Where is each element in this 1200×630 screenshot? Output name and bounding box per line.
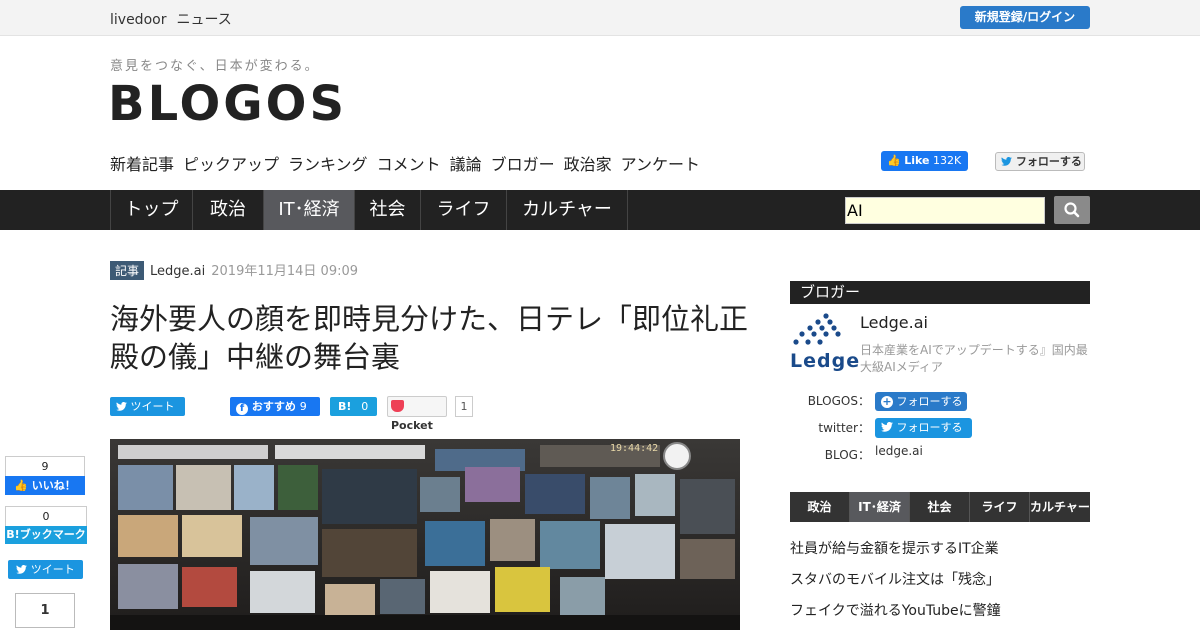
twitter-bird-icon	[16, 564, 28, 574]
nav-item-ranking[interactable]: ランキング	[288, 155, 368, 174]
side-hatena-button[interactable]: B!ブックマーク	[5, 526, 87, 544]
article-photo: 19:44:42	[110, 439, 740, 630]
nav-item-comment[interactable]: コメント	[377, 155, 441, 174]
tweet-label: ツイート	[130, 400, 175, 413]
login-button[interactable]: 新規登録/ログイン	[960, 6, 1090, 29]
article-date: 2019年11月14日 09:09	[211, 264, 359, 279]
ranking-tab-culture[interactable]: カルチャー	[1030, 492, 1090, 522]
nav-item-blogger[interactable]: ブロガー	[491, 155, 555, 174]
category-society[interactable]: 社会	[355, 190, 421, 230]
article-title: 海外要人の顔を即時見分けた、日テレ「即位礼正殿の儀」中継の舞台裏	[110, 302, 749, 374]
side-hatena-count: 0	[5, 506, 87, 526]
plus-icon: +	[881, 395, 893, 408]
blogger-name[interactable]: Ledge.ai	[860, 313, 928, 332]
fb-like-count: 132K	[932, 154, 962, 167]
twitter-bird-icon	[116, 401, 127, 411]
side-like-button[interactable]: 👍 いいね！	[5, 476, 85, 495]
ranking-tabs: 政治 IT･経済 社会 ライフ カルチャー	[790, 492, 1090, 522]
blogos-label: BLOGOS：	[807, 394, 870, 408]
facebook-recommend-button[interactable]: f おすすめ 9	[230, 397, 320, 416]
category-politics[interactable]: 政治	[193, 190, 264, 230]
blogger-logo-text: Ledge	[790, 350, 861, 372]
top-bar: livedoor ニュース 新規登録/ログイン	[0, 0, 1200, 36]
search-button[interactable]	[1054, 196, 1090, 224]
hatena-icon: B!	[338, 400, 352, 413]
site-brand[interactable]: livedoor ニュース	[110, 9, 232, 29]
pocket-icon	[391, 400, 404, 412]
twitter-bird-icon	[1001, 156, 1012, 166]
nav-item-new[interactable]: 新着記事	[110, 155, 174, 174]
blog-link[interactable]: ledge.ai	[875, 444, 923, 458]
thumbs-up-icon: 👍	[887, 154, 901, 167]
article-meta: 記事 Ledge.ai 2019年11月14日 09:09	[110, 260, 358, 280]
photo-clock-text: 19:44:42	[610, 443, 659, 454]
search-input[interactable]: AI	[845, 197, 1045, 224]
pocket-button[interactable]: Pocket	[387, 396, 447, 432]
pocket-label: Pocket	[391, 419, 433, 432]
nav-item-pickup[interactable]: ピックアップ	[183, 155, 279, 174]
blogger-description: 日本産業をAIでアップデートする』国内最大級AIメディア	[860, 343, 1088, 374]
blogos-follow-button[interactable]: + フォローする	[875, 392, 967, 411]
ranking-tab-politics[interactable]: 政治	[790, 492, 850, 522]
side-pocket-count[interactable]: 1	[15, 593, 75, 628]
fb-recommend-label: おすすめ	[251, 400, 296, 413]
brand-section: ニュース	[176, 12, 232, 28]
nav-item-debate[interactable]: 議論	[450, 155, 482, 174]
side-tweet-label: ツイート	[30, 563, 75, 576]
category-culture[interactable]: カルチャー	[507, 190, 628, 230]
twitter-label: twitter：	[818, 421, 870, 435]
category-it-economy[interactable]: IT･経済	[264, 190, 355, 230]
blog-label: BLOG：	[824, 448, 870, 462]
ranking-item[interactable]: スタバのモバイル注文は「残念」	[790, 569, 1000, 589]
hatena-count: 0	[361, 400, 369, 413]
nav-item-politician[interactable]: 政治家	[564, 155, 612, 174]
ranking-item[interactable]: 社員が給与金額を提示するIT企業	[790, 538, 999, 558]
ranking-tab-life[interactable]: ライフ	[970, 492, 1030, 522]
twitter-bird-icon	[881, 421, 893, 432]
ranking-item[interactable]: フェイクで溢れるYouTubeに警鐘	[790, 600, 1001, 620]
site-tagline: 意見をつなぐ、日本が変わる。	[110, 59, 320, 74]
side-like-count: 9	[5, 456, 85, 476]
main-nav: 新着記事 ピックアップ ランキング コメント 議論 ブロガー 政治家 アンケート	[110, 151, 709, 175]
twitter-follow-label: フォローする	[1015, 155, 1082, 168]
search-icon	[1064, 202, 1080, 218]
article-source[interactable]: Ledge.ai	[150, 264, 205, 279]
brand-name: livedoor	[110, 12, 167, 28]
ranking-tab-society[interactable]: 社会	[910, 492, 970, 522]
side-tweet-button[interactable]: ツイート	[8, 560, 83, 579]
blogos-follow-label: フォローする	[896, 395, 963, 408]
nav-item-survey[interactable]: アンケート	[621, 155, 700, 174]
fb-recommend-count: 9	[299, 400, 307, 413]
blogger-section-header: ブロガー	[790, 281, 1090, 304]
thumbs-up-icon: 👍	[14, 479, 28, 492]
ranking-tab-it-economy[interactable]: IT･経済	[850, 492, 910, 522]
site-logo[interactable]: BLOGOS	[108, 78, 347, 130]
blogger-twitter-follow-button[interactable]: フォローする	[875, 418, 972, 438]
category-top[interactable]: トップ	[110, 190, 193, 230]
tweet-button[interactable]: ツイート	[110, 397, 185, 416]
hatena-bookmark-button[interactable]: B! 0	[330, 397, 377, 416]
pocket-count: 1	[455, 396, 473, 417]
blogger-twitter-follow-label: フォローする	[896, 421, 963, 434]
fb-like-label: Like	[904, 154, 930, 167]
category-life[interactable]: ライフ	[421, 190, 507, 230]
side-like-label: いいね！	[31, 479, 76, 492]
article-type-badge: 記事	[110, 261, 145, 280]
twitter-follow-button[interactable]: フォローする	[995, 152, 1085, 171]
facebook-icon: f	[236, 403, 248, 415]
facebook-like-button[interactable]: 👍 Like 132K	[881, 151, 968, 171]
